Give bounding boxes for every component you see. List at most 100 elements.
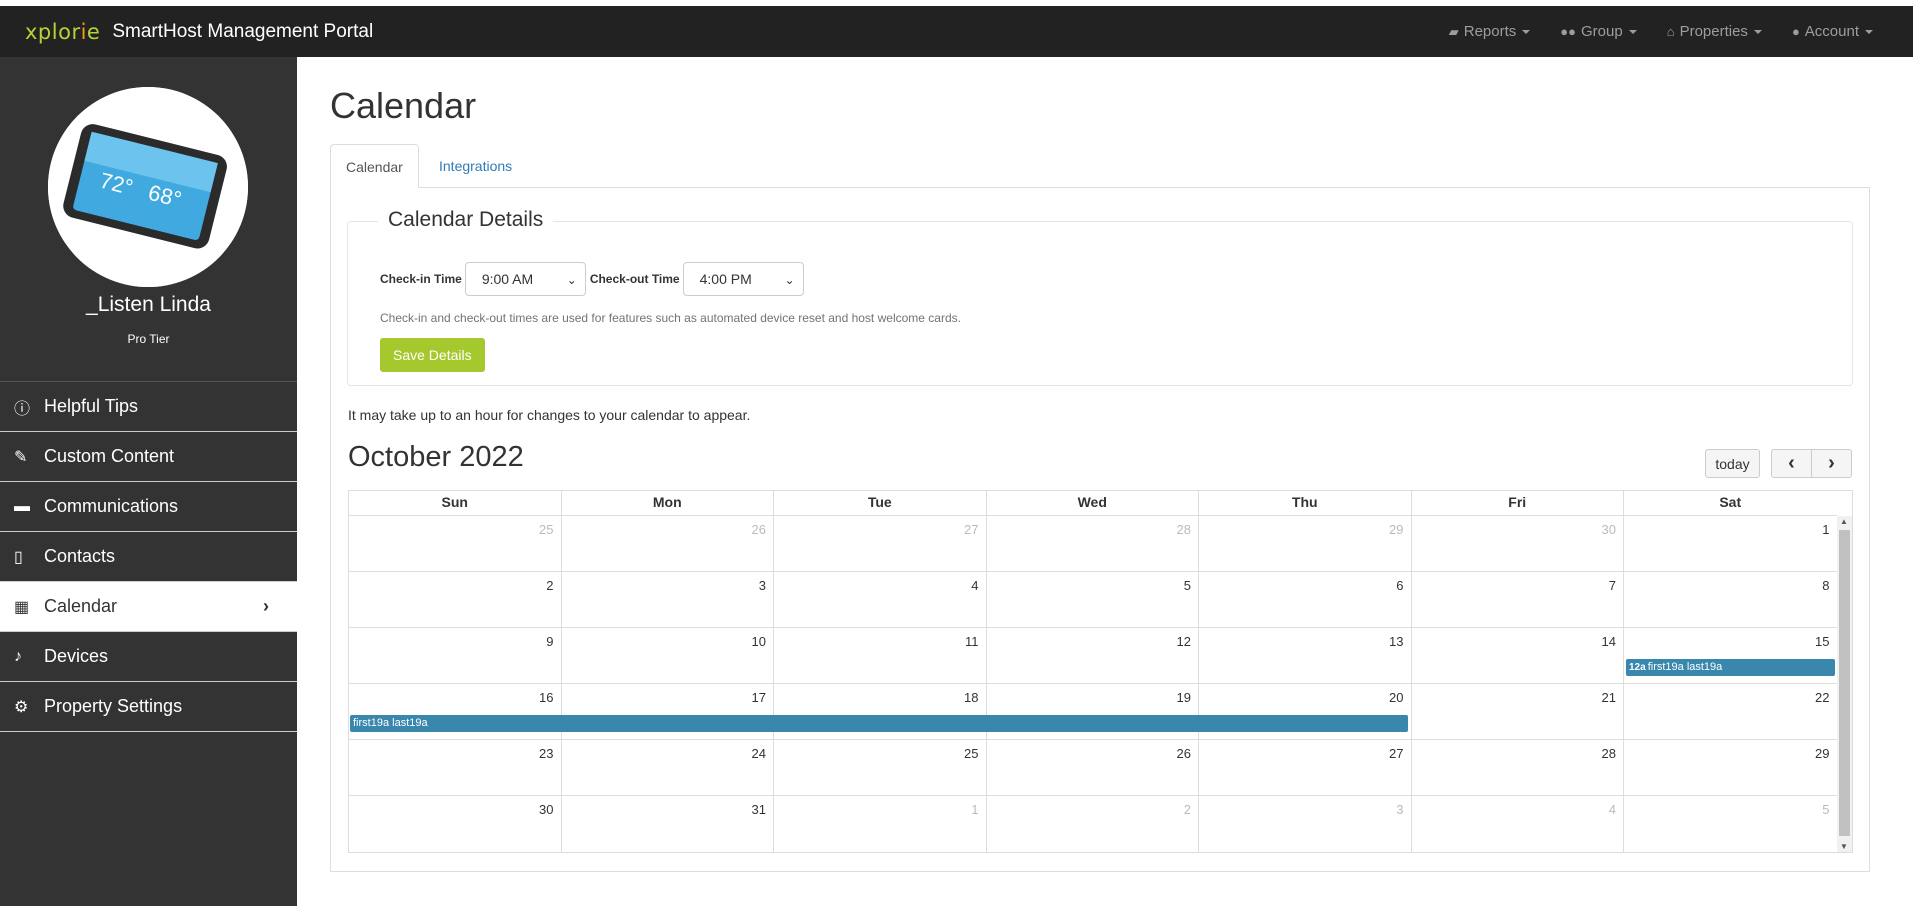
calendar-event[interactable]: first19a last19a (350, 715, 1408, 732)
calendar-day[interactable]: 5 (987, 572, 1199, 627)
event-time: 12a (1629, 662, 1646, 673)
calendar-day[interactable]: 10 (562, 628, 774, 683)
calendar-day[interactable]: 26 (987, 740, 1199, 795)
nav-properties[interactable]: ⌂ Properties (1667, 23, 1762, 40)
calendar-day[interactable]: 24 (562, 740, 774, 795)
calendar-day[interactable]: 25 (349, 516, 562, 571)
calendar-day[interactable]: 14 (1412, 628, 1624, 683)
sidebar-item-calendar[interactable]: ▦ Calendar › (0, 582, 297, 632)
dow-sat: Sat (1719, 494, 1742, 510)
calendar-day[interactable]: 2 (349, 572, 562, 627)
scroll-down-icon[interactable]: ▼ (1840, 842, 1848, 851)
sidebar-item-property-settings[interactable]: ⚙ Property Settings (0, 682, 297, 732)
calendar-notice: It may take up to an hour for changes to… (348, 407, 751, 423)
nav-menu: ▰ Reports ●● Group ⌂ Properties ● Account (1419, 6, 1873, 57)
time-form-row: Check-in Time 9:00 AM ⌄ Check-out Time 4:… (380, 262, 808, 296)
calendar-day[interactable]: 11 (774, 628, 987, 683)
sidebar-item-contacts[interactable]: ▯ Contacts (0, 532, 297, 582)
chat-icon: ▬ (14, 497, 30, 515)
dow-tue: Tue (774, 491, 987, 515)
calendar-day[interactable]: 5 (1624, 796, 1837, 852)
calendar-day[interactable]: 28 (1412, 740, 1624, 795)
day-of-week-header: Sun Mon Tue Wed Thu Fri Sat (349, 491, 1837, 516)
checkin-select[interactable]: 9:00 AM ⌄ (464, 262, 586, 296)
checkin-label: Check-in Time (380, 272, 462, 286)
checkout-select[interactable]: 4:00 PM ⌄ (682, 262, 804, 296)
calendar-day[interactable]: 29 (1199, 516, 1412, 571)
calendar-day[interactable]: 3 (562, 572, 774, 627)
caret-down-icon (1628, 29, 1637, 34)
calendar-icon: ▦ (14, 598, 30, 616)
brand[interactable]: xplorie SmartHost Management Portal (25, 20, 373, 44)
calendar-day[interactable]: 1 (1624, 516, 1837, 571)
calendar-event[interactable]: 12a first19a last19a (1626, 659, 1835, 676)
calendar-day[interactable]: 3 (1199, 796, 1412, 852)
tab-panel: Calendar Details Check-in Time 9:00 AM ⌄ … (330, 187, 1870, 872)
tab-calendar[interactable]: Calendar (330, 144, 419, 188)
chevron-right-icon: › (1828, 452, 1835, 474)
calendar-day[interactable]: 27 (1199, 740, 1412, 795)
calendar-day[interactable]: 30 (1412, 516, 1624, 571)
sidebar-item-helpful-tips[interactable]: ⓘ Helpful Tips (0, 382, 297, 432)
chevron-down-icon: ⌄ (784, 273, 795, 287)
calendar-day[interactable]: 1 (774, 796, 987, 852)
caret-down-icon (1865, 29, 1873, 34)
calendar-day[interactable]: 31 (562, 796, 774, 852)
dow-fri: Fri (1412, 491, 1624, 515)
calendar-day[interactable]: 13 (1199, 628, 1412, 683)
calendar-week: 23 24 25 26 27 28 29 (349, 740, 1837, 796)
nav-account[interactable]: ● Account (1792, 23, 1873, 40)
calendar-day[interactable]: 23 (349, 740, 562, 795)
calendar-day[interactable]: 21 (1412, 684, 1624, 739)
calendar-day[interactable]: 27 (774, 516, 987, 571)
next-month-button[interactable]: › (1811, 449, 1852, 478)
folder-icon: ▰ (1448, 23, 1459, 39)
calendar-day[interactable]: 9 (349, 628, 562, 683)
property-avatar: 72° 68° (48, 87, 248, 287)
event-title: first19a last19a (1647, 661, 1723, 673)
dow-sun: Sun (349, 491, 562, 515)
month-title: October 2022 (348, 441, 524, 473)
scroll-up-icon[interactable]: ▲ (1840, 517, 1848, 526)
calendar-day[interactable]: 4 (1412, 796, 1624, 852)
dow-wed: Wed (987, 491, 1199, 515)
prev-month-button[interactable]: ‹ (1771, 449, 1812, 478)
xplorie-logo[interactable]: xplorie (25, 20, 100, 44)
calendar-day[interactable]: 29 (1624, 740, 1837, 795)
event-title: first19a last19a (353, 717, 428, 729)
calendar-week: 25 26 27 28 29 30 1 (349, 516, 1837, 572)
save-details-button[interactable]: Save Details (380, 338, 485, 372)
today-button[interactable]: today (1705, 449, 1760, 478)
sidebar-menu: ⓘ Helpful Tips ✎ Custom Content ▬ Communica… (0, 381, 297, 732)
nav-group[interactable]: ●● Group (1560, 23, 1637, 40)
group-icon: ●● (1560, 24, 1576, 39)
gear-icon: ⚙ (14, 698, 29, 716)
calendar-day[interactable]: 22 (1624, 684, 1837, 739)
sidebar-item-communications[interactable]: ▬ Communications (0, 482, 297, 532)
dow-mon: Mon (562, 491, 774, 515)
portal-title: SmartHost Management Portal (112, 20, 374, 42)
user-icon: ● (1791, 24, 1800, 39)
calendar-day[interactable]: 8 (1624, 572, 1837, 627)
calendar-day[interactable]: 6 (1199, 572, 1412, 627)
calendar-week: 30 31 1 2 3 4 5 (349, 796, 1837, 852)
sidebar-item-custom-content[interactable]: ✎ Custom Content (0, 432, 297, 482)
calendar-day[interactable]: 7 (1412, 572, 1624, 627)
calendar-day[interactable]: 30 (349, 796, 562, 852)
calendar-day[interactable]: 25 (774, 740, 987, 795)
calendar-week: 2 3 4 5 6 7 8 (349, 572, 1837, 628)
tab-integrations[interactable]: Integrations (424, 144, 527, 188)
caret-down-icon (1753, 29, 1762, 34)
calendar-day[interactable]: 2 (987, 796, 1199, 852)
calendar-day[interactable]: 4 (774, 572, 987, 627)
scroll-thumb[interactable] (1839, 530, 1850, 836)
sidebar-item-devices[interactable]: ♪ Devices (0, 632, 297, 682)
calendar-day[interactable]: 26 (562, 516, 774, 571)
calendar-day[interactable]: 28 (987, 516, 1199, 571)
home-icon: ⌂ (1666, 24, 1675, 39)
navbar: xplorie SmartHost Management Portal ▰ Rep… (0, 6, 1913, 57)
nav-reports[interactable]: ▰ Reports (1449, 23, 1531, 40)
calendar-day[interactable]: 12 (987, 628, 1199, 683)
calendar-scrollbar[interactable]: ▲ ▼ (1837, 516, 1852, 852)
info-icon: ⓘ (14, 400, 31, 418)
